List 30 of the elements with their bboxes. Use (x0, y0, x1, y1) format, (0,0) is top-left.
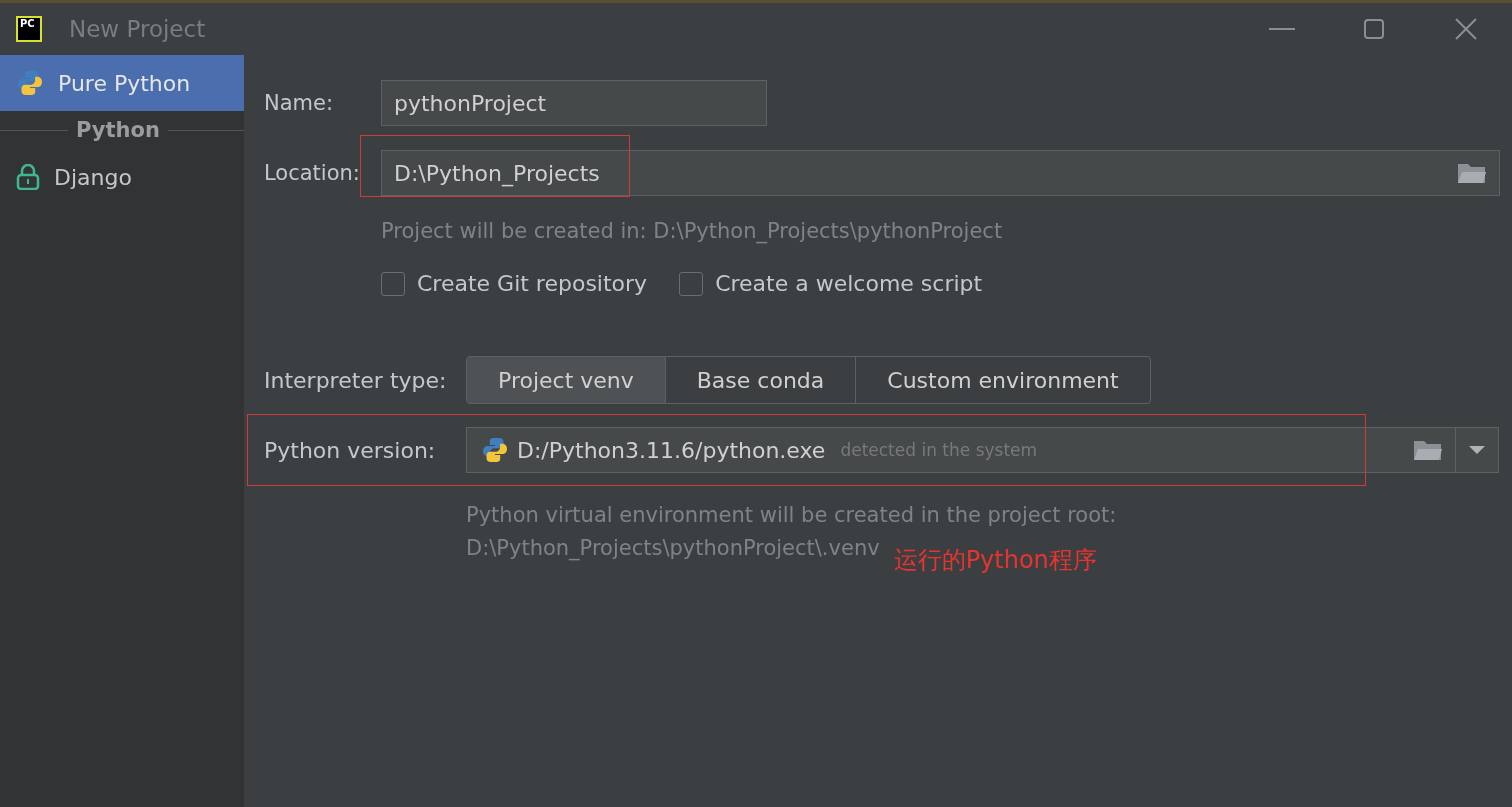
caret-icon (1469, 445, 1485, 455)
sidebar-item[interactable]: Pure Python (0, 55, 244, 111)
segment-tab[interactable]: Custom environment (856, 357, 1150, 403)
window-title: New Project (69, 16, 206, 42)
segment-tab[interactable]: Base conda (665, 357, 857, 403)
lock-icon (16, 164, 40, 190)
python-icon (481, 436, 509, 464)
name-input[interactable]: pythonProject (381, 80, 767, 126)
python-icon (16, 69, 44, 97)
segment-tab[interactable]: Project venv (467, 357, 666, 403)
location-hint: Project will be created in: D:\Python_Projects\pythonProject (381, 219, 1003, 243)
field-label: Interpreter type: (264, 367, 448, 393)
folder-icon[interactable] (1457, 161, 1487, 185)
checkbox-box[interactable] (381, 271, 405, 296)
maximize-icon (1364, 19, 1384, 39)
field-label: Name: (264, 91, 335, 115)
app-logo: PC (16, 16, 42, 42)
location-input[interactable]: D:\Python_Projects (381, 150, 1500, 196)
sidebar-group-header: Python (76, 118, 160, 142)
folder-icon[interactable] (1413, 438, 1443, 462)
venv-hint: D:\Python_Projects\pythonProject\.venv (466, 535, 880, 563)
venv-hint: Python virtual environment will be created in the project root: (466, 502, 1118, 529)
dropdown-button[interactable] (1456, 427, 1499, 473)
field-label: Location: (264, 161, 361, 185)
minimize-icon (1269, 27, 1295, 31)
field-label: Python version: (264, 437, 437, 463)
sidebar-item[interactable]: Django (0, 149, 244, 205)
annotation-text: 运行的Python程序 (893, 545, 1097, 576)
close-icon (1455, 18, 1477, 40)
checkbox-box[interactable] (679, 271, 704, 296)
